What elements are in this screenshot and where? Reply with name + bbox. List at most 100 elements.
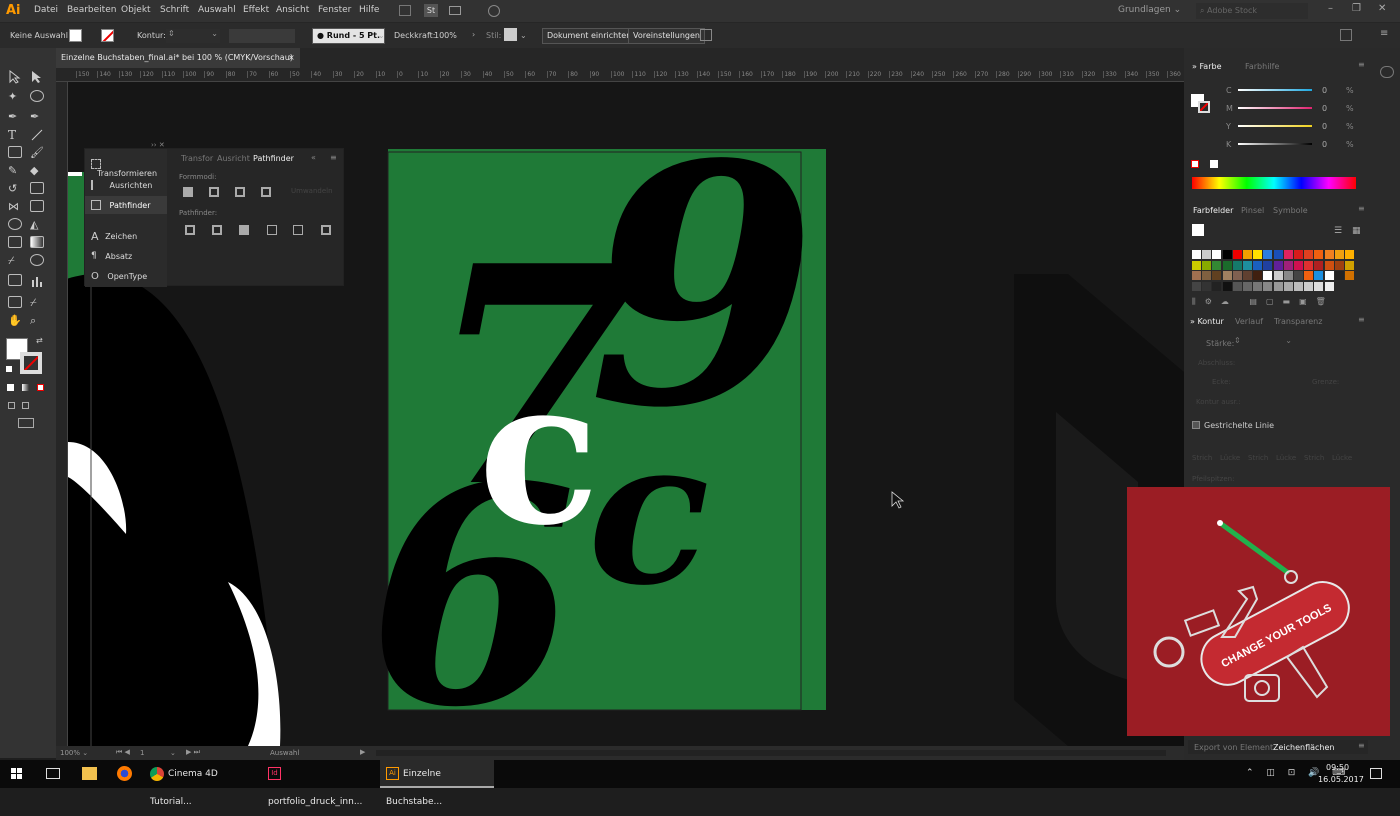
dashed-line-checkbox[interactable] (1192, 421, 1200, 429)
color-swatch[interactable] (1273, 281, 1283, 291)
perspective-grid-icon[interactable]: ◭ (30, 218, 44, 231)
paintbrush-tool-icon[interactable]: 🖌 (30, 146, 44, 159)
arrange-icon[interactable] (700, 29, 712, 41)
m-slider[interactable] (1238, 107, 1312, 109)
color-swatch[interactable] (1253, 260, 1263, 270)
color-swatch[interactable] (1232, 260, 1242, 270)
file-explorer-icon[interactable] (82, 767, 97, 780)
color-swatch[interactable] (1273, 250, 1283, 259)
color-swatch[interactable] (1314, 281, 1324, 291)
color-swatch[interactable] (1294, 271, 1303, 280)
color-swatch[interactable] (1232, 250, 1242, 259)
preferences-button[interactable]: Voreinstellungen (628, 28, 705, 44)
tab-verlauf[interactable]: Verlauf (1235, 317, 1263, 326)
menu-fenster[interactable]: Fenster (318, 5, 351, 15)
c-slider[interactable] (1238, 89, 1312, 91)
color-swatch[interactable] (1304, 281, 1314, 291)
color-swatch[interactable] (1324, 250, 1334, 259)
tab-farbfelder[interactable]: Farbfelder (1193, 206, 1233, 215)
crop-button[interactable] (267, 225, 277, 235)
color-swatch[interactable] (1243, 250, 1252, 259)
minimize-button[interactable]: – (1328, 3, 1333, 14)
k-slider[interactable] (1238, 143, 1312, 145)
y-value[interactable]: 0 (1322, 122, 1327, 131)
menu-effekt[interactable]: Effekt (243, 5, 269, 15)
tab-farbe[interactable]: » Farbe (1192, 62, 1222, 71)
menu-datei[interactable]: Datei (34, 5, 58, 15)
spectrum-bar[interactable] (1192, 177, 1356, 189)
color-swatch[interactable] (1314, 271, 1324, 280)
color-swatch[interactable] (1345, 260, 1354, 270)
color-swatch[interactable] (1283, 281, 1293, 291)
stroke-color-box[interactable] (20, 352, 42, 374)
color-swatch[interactable] (1334, 250, 1344, 259)
trim-button[interactable] (212, 225, 222, 235)
color-swatch[interactable] (1202, 271, 1212, 280)
type-tool-icon[interactable]: T (8, 128, 22, 142)
width-tool-icon[interactable]: ⋈ (8, 200, 22, 213)
color-swatch[interactable] (1324, 260, 1334, 270)
graph-tool-icon[interactable] (30, 274, 44, 287)
clock-time[interactable]: 09:50 (1326, 763, 1349, 772)
color-swatch[interactable] (1294, 250, 1303, 259)
chevron-down-icon[interactable]: ⌄ (378, 31, 385, 40)
y-slider[interactable] (1238, 125, 1312, 127)
color-swatch[interactable] (1243, 260, 1252, 270)
opentype-panel-item[interactable]: O OpenType (91, 271, 167, 282)
color-swatch[interactable] (1192, 260, 1201, 270)
color-swatch[interactable] (1212, 260, 1222, 270)
screen-mode-icon[interactable] (18, 418, 34, 428)
panel-menu-icon[interactable]: ≡ (1358, 60, 1365, 69)
color-swatch[interactable] (1222, 260, 1232, 270)
transform-panel-item[interactable]: Transformieren (91, 159, 167, 178)
tab-farbhilfe[interactable]: Farbhilfe (1245, 62, 1279, 71)
merge-button[interactable] (239, 225, 249, 235)
fill-swatch[interactable] (69, 29, 82, 42)
grid-view-icon[interactable]: ▦ (1352, 226, 1361, 236)
shape-builder-icon[interactable] (8, 218, 22, 230)
taskbar-indesign[interactable]: Id portfolio_druck_inn... (268, 760, 374, 807)
color-swatch[interactable] (1283, 271, 1293, 280)
color-swatch[interactable] (1314, 260, 1324, 270)
shaper-tool-icon[interactable]: ✎ (8, 164, 22, 177)
free-transform-icon[interactable] (30, 200, 44, 212)
stroke-weight-field[interactable]: ⇕ ⌄ (166, 29, 220, 43)
selection-tool-icon[interactable] (8, 69, 22, 84)
none-color-swatch[interactable] (1191, 160, 1199, 168)
color-swatch[interactable] (1202, 281, 1212, 291)
color-swatch[interactable] (1253, 281, 1263, 291)
chevron-down-icon[interactable]: ⌄ (170, 749, 176, 757)
taskbar-illustrator[interactable]: Ai Einzelne Buchstabe... (380, 760, 494, 807)
color-swatch[interactable] (1243, 271, 1252, 280)
zoom-tool-icon[interactable]: ⌕ (30, 314, 44, 327)
color-swatch[interactable] (1192, 271, 1201, 280)
mesh-tool-icon[interactable] (8, 236, 22, 248)
stroke-swatch-panel[interactable] (1198, 101, 1210, 113)
menu-auswahl[interactable]: Auswahl (198, 5, 236, 15)
tab-export-element[interactable]: Export von Element (1194, 743, 1273, 752)
tab-artboards[interactable]: Zeichenflächen (1273, 743, 1335, 752)
swap-colors-icon[interactable]: ⇄ (36, 336, 43, 345)
delete-icon[interactable]: 🗑 (1316, 297, 1335, 306)
color-swatch[interactable] (1324, 281, 1334, 291)
panel-collapse-icon[interactable]: ›› ✕ (151, 141, 165, 149)
pen-tool-icon[interactable]: ✒ (8, 110, 22, 123)
collapse-panel-icon[interactable]: « (311, 153, 316, 162)
color-swatch[interactable] (1263, 281, 1273, 291)
none-mode-icon[interactable] (37, 384, 44, 391)
color-swatch[interactable] (1345, 250, 1354, 259)
swatch-options-icon[interactable]: ▤ (1249, 297, 1266, 306)
tab-symbole[interactable]: Symbole (1273, 206, 1308, 215)
opacity-value[interactable]: 100% (434, 31, 457, 40)
color-swatch[interactable] (1263, 260, 1273, 270)
tab-pinsel[interactable]: Pinsel (1241, 206, 1264, 215)
gpu-icon[interactable] (488, 5, 500, 17)
color-swatch[interactable] (1304, 271, 1314, 280)
last-artboard-icon[interactable]: ▶ ⏭ (186, 748, 200, 757)
color-swatch[interactable] (1253, 250, 1263, 259)
new-swatch-icon[interactable]: ▣ (1299, 297, 1316, 306)
color-swatch[interactable] (1222, 250, 1232, 259)
color-swatch[interactable] (1232, 271, 1242, 280)
color-swatch[interactable] (1334, 260, 1344, 270)
color-swatch[interactable] (1294, 260, 1303, 270)
